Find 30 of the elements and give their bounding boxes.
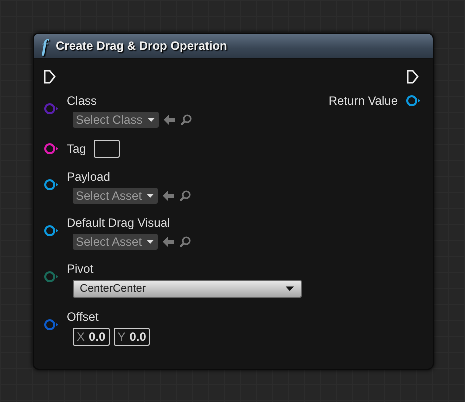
vector-field[interactable]: X 0.0 [73,328,110,346]
pin-icon[interactable] [44,225,59,237]
arrow-left-icon[interactable] [162,190,176,202]
arrow-left-icon[interactable] [162,114,176,126]
arrow-left-icon[interactable] [162,236,176,248]
search-icon[interactable] [179,190,192,202]
pin-label[interactable]: Payload [67,170,192,184]
pin-label[interactable]: Pivot [67,262,302,276]
search-icon[interactable] [180,114,193,126]
pin-icon[interactable] [44,179,59,191]
node-title: Create Drag & Drop Operation [56,38,228,55]
exec-pin-icon[interactable] [44,70,56,84]
pin-label[interactable]: Default Drag Visual [67,216,192,230]
pin-icon[interactable] [406,95,421,107]
pin-label[interactable]: Offset [67,310,150,324]
asset-select[interactable]: Select Asset [73,188,158,204]
pin-icon[interactable] [44,319,59,331]
function-glyph: f [42,37,48,55]
pin-icon[interactable] [44,271,59,283]
enum-select[interactable]: CenterCenter [73,280,302,298]
pin-icon[interactable] [44,143,59,155]
asset-select[interactable]: Select Class [73,112,159,128]
asset-select[interactable]: Select Asset [73,234,158,250]
pin-label[interactable]: Return Value [328,94,398,108]
tag-field[interactable] [94,140,120,158]
pin-label[interactable]: Tag [67,142,86,156]
exec-pin-icon[interactable] [407,70,419,84]
vector-field[interactable]: Y 0.0 [114,328,150,346]
pin-label[interactable]: Class [67,94,193,108]
search-icon[interactable] [179,236,192,248]
